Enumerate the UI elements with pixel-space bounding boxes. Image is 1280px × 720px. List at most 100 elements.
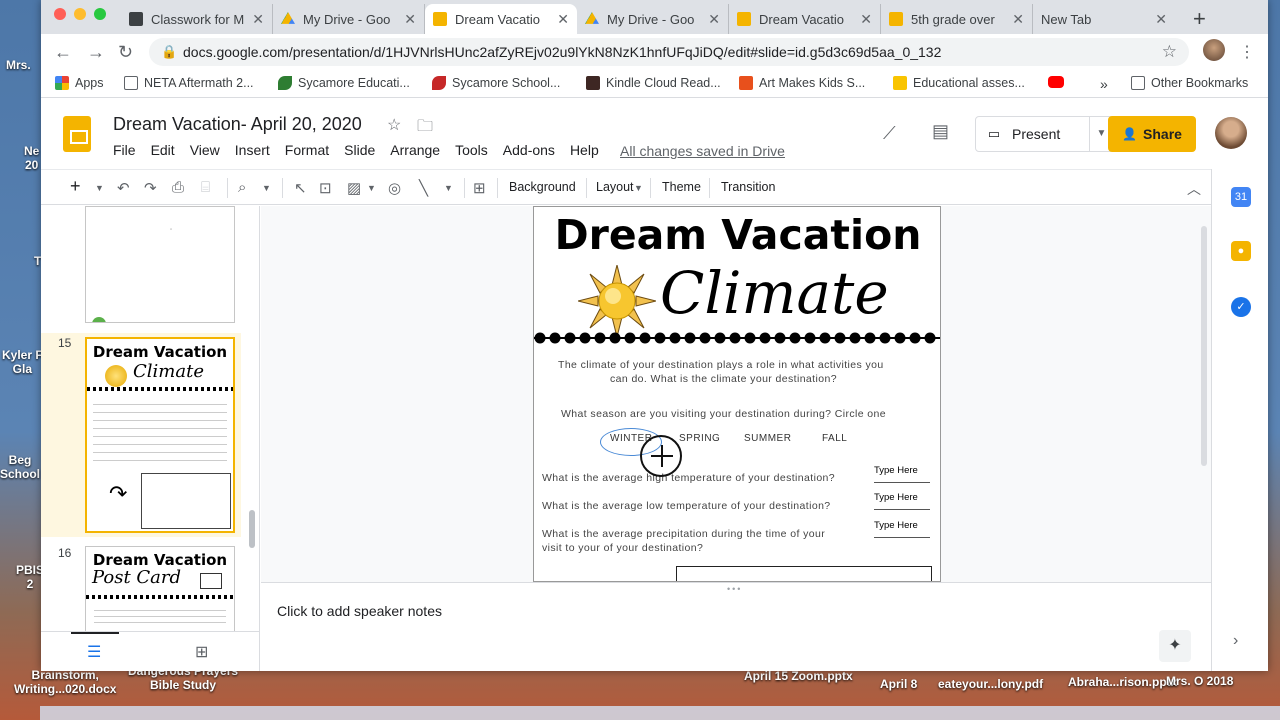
slides-logo-icon[interactable] bbox=[63, 116, 91, 152]
desktop-label[interactable]: Abraha...rison.pptx bbox=[1068, 675, 1177, 689]
close-window-button[interactable] bbox=[54, 8, 66, 20]
theme-button[interactable]: Theme bbox=[662, 180, 701, 194]
share-button[interactable]: 👤 Share bbox=[1108, 116, 1196, 152]
bookmark-item[interactable]: Art Makes Kids S... bbox=[739, 76, 865, 90]
list-view-icon[interactable]: ☰ bbox=[87, 642, 101, 662]
star-icon[interactable]: ☆ bbox=[387, 115, 401, 135]
paint-format-icon[interactable]: ⌸ bbox=[201, 179, 210, 196]
menu-slide[interactable]: Slide bbox=[344, 142, 375, 158]
desktop-label[interactable]: Kyler F Gla bbox=[2, 348, 43, 376]
shape-icon[interactable]: ◎ bbox=[388, 179, 401, 197]
menu-arrange[interactable]: Arrange bbox=[390, 142, 440, 158]
bookmark-apps[interactable]: Apps bbox=[55, 76, 104, 90]
layout-button[interactable]: Layout bbox=[596, 180, 634, 194]
new-tab-button[interactable]: + bbox=[1193, 6, 1206, 32]
browser-tab-active[interactable]: Dream Vacatio ✕ bbox=[425, 4, 577, 34]
line-icon[interactable]: ╲ bbox=[419, 179, 428, 197]
desktop-label[interactable]: Mrs. O 2018 bbox=[1166, 674, 1233, 688]
new-slide-dropdown-icon[interactable]: ▼ bbox=[95, 183, 104, 193]
close-tab-icon[interactable]: ✕ bbox=[1012, 11, 1024, 28]
activity-trend-icon[interactable]: ⟋ bbox=[883, 123, 896, 144]
browser-tab[interactable]: Classwork for M ✕ bbox=[121, 4, 273, 34]
slide-thumbnail[interactable]: ▫ bbox=[85, 206, 235, 323]
calendar-icon[interactable]: 31 bbox=[1231, 187, 1251, 207]
desktop-label[interactable]: Ne 20 bbox=[24, 144, 39, 172]
filmstrip-scrollbar[interactable] bbox=[249, 510, 255, 548]
expand-side-panel-icon[interactable]: › bbox=[1233, 632, 1238, 650]
menu-tools[interactable]: Tools bbox=[455, 142, 488, 158]
slide-thumbnail-selected[interactable]: Dream Vacation Climate ↷ bbox=[85, 337, 235, 533]
browser-tab[interactable]: My Drive - Goo ✕ bbox=[577, 4, 729, 34]
zoom-window-button[interactable] bbox=[94, 8, 106, 20]
speaker-notes[interactable]: ••• Click to add speaker notes ✦ bbox=[261, 582, 1211, 671]
reload-icon[interactable]: ↻ bbox=[118, 42, 133, 63]
close-tab-icon[interactable]: ✕ bbox=[252, 11, 264, 28]
close-tab-icon[interactable]: ✕ bbox=[557, 11, 569, 28]
select-pointer-icon[interactable]: ↖ bbox=[294, 179, 307, 197]
present-button[interactable]: ▭ Present ▼ bbox=[975, 116, 1114, 152]
bookmark-item[interactable]: Kindle Cloud Read... bbox=[586, 76, 721, 90]
tasks-icon[interactable]: ✓ bbox=[1231, 297, 1251, 317]
new-slide-icon[interactable]: + bbox=[70, 176, 81, 197]
menu-format[interactable]: Format bbox=[285, 142, 329, 158]
line-dropdown-icon[interactable]: ▼ bbox=[444, 183, 453, 193]
close-tab-icon[interactable]: ✕ bbox=[1155, 11, 1167, 28]
forward-icon[interactable]: → bbox=[87, 42, 105, 63]
transition-button[interactable]: Transition bbox=[721, 180, 775, 194]
answer-high-temp[interactable]: Type Here bbox=[874, 465, 918, 476]
bookmark-item[interactable]: Sycamore School... bbox=[432, 76, 560, 90]
print-icon[interactable]: ⎙ bbox=[172, 179, 184, 196]
image-dropdown-icon[interactable]: ▼ bbox=[367, 183, 376, 193]
menu-help[interactable]: Help bbox=[570, 142, 599, 158]
picture-box[interactable] bbox=[676, 566, 932, 581]
profile-avatar[interactable] bbox=[1203, 39, 1225, 61]
notes-resize-handle[interactable]: ••• bbox=[727, 584, 742, 594]
close-tab-icon[interactable]: ✕ bbox=[708, 11, 720, 28]
keep-icon[interactable]: ● bbox=[1231, 241, 1251, 261]
menu-file[interactable]: File bbox=[113, 142, 136, 158]
close-tab-icon[interactable]: ✕ bbox=[860, 11, 872, 28]
other-bookmarks[interactable]: Other Bookmarks bbox=[1131, 76, 1248, 90]
collapse-menus-icon[interactable]: ︿ bbox=[1187, 179, 1201, 199]
answer-precipitation[interactable]: Type Here bbox=[874, 520, 918, 531]
comment-add-icon[interactable]: ⊞ bbox=[473, 179, 486, 197]
desktop-label[interactable]: April 15 Zoom.pptx bbox=[744, 669, 853, 683]
browser-menu-icon[interactable]: ⋮ bbox=[1239, 42, 1255, 62]
close-tab-icon[interactable]: ✕ bbox=[404, 11, 416, 28]
back-icon[interactable]: ← bbox=[54, 42, 72, 63]
zoom-dropdown-icon[interactable]: ▼ bbox=[262, 183, 271, 193]
slide-thumbnail[interactable]: Dream Vacation Post Card bbox=[85, 546, 235, 631]
move-folder-icon[interactable]: 🗀 bbox=[417, 115, 433, 142]
desktop-label[interactable]: Beg School bbox=[0, 453, 40, 481]
canvas-scrollbar[interactable] bbox=[1201, 226, 1207, 466]
lock-icon[interactable]: 🔒 bbox=[161, 44, 177, 60]
browser-tab[interactable]: 5th grade over ✕ bbox=[881, 4, 1033, 34]
browser-tab[interactable]: New Tab ✕ bbox=[1033, 4, 1175, 34]
image-icon[interactable]: ▨ bbox=[347, 179, 361, 197]
browser-tab[interactable]: My Drive - Goo ✕ bbox=[273, 4, 425, 34]
menu-edit[interactable]: Edit bbox=[151, 142, 175, 158]
bookmark-item[interactable]: NETA Aftermath 2... bbox=[124, 76, 254, 90]
address-bar[interactable]: 🔒 docs.google.com/presentation/d/1HJVNrl… bbox=[149, 38, 1189, 66]
save-status[interactable]: All changes saved in Drive bbox=[620, 143, 785, 159]
comments-icon[interactable]: ▤ bbox=[932, 121, 949, 142]
zoom-icon[interactable]: ⌕ bbox=[238, 179, 246, 196]
layout-dropdown-icon[interactable]: ▼ bbox=[634, 183, 643, 193]
desktop-label[interactable]: Brainstorm, Writing...020.docx bbox=[14, 668, 116, 696]
redo-icon[interactable]: ↷ bbox=[144, 179, 157, 197]
desktop-label[interactable]: April 8 bbox=[880, 677, 917, 691]
bookmark-item[interactable]: Educational asses... bbox=[893, 76, 1025, 90]
desktop-label[interactable]: PBIS 2 bbox=[16, 563, 44, 591]
account-avatar[interactable] bbox=[1215, 117, 1247, 149]
bookmark-youtube[interactable] bbox=[1048, 76, 1070, 88]
menu-addons[interactable]: Add-ons bbox=[503, 142, 555, 158]
slide-canvas[interactable]: Dream Vacation Climate The climate of yo… bbox=[533, 206, 941, 582]
grid-view-icon[interactable]: ⊞ bbox=[195, 642, 208, 662]
bookmark-item[interactable]: Sycamore Educati... bbox=[278, 76, 410, 90]
browser-tab[interactable]: Dream Vacatio ✕ bbox=[729, 4, 881, 34]
bookmark-star-icon[interactable]: ☆ bbox=[1162, 42, 1177, 62]
background-button[interactable]: Background bbox=[509, 180, 576, 194]
explore-icon[interactable]: ✦ bbox=[1159, 630, 1191, 662]
answer-low-temp[interactable]: Type Here bbox=[874, 492, 918, 503]
menu-view[interactable]: View bbox=[190, 142, 220, 158]
